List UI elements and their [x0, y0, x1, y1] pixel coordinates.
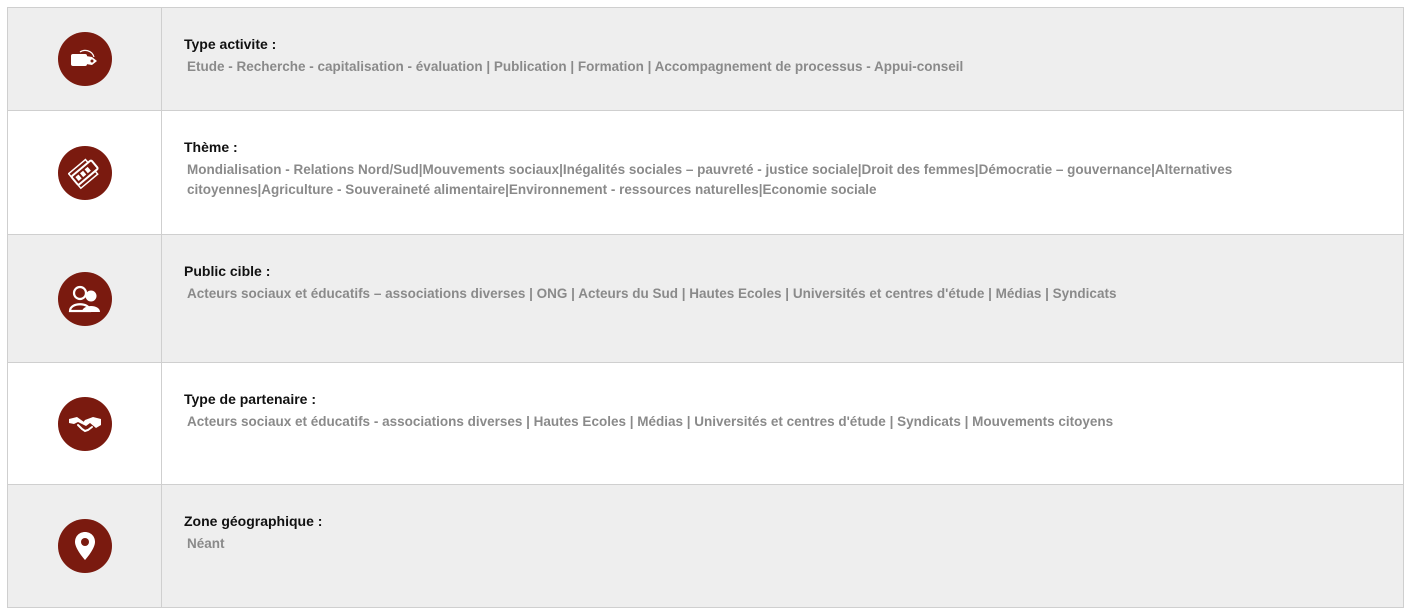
- info-table: Type activite : Etude - Recherche - capi…: [7, 7, 1404, 608]
- field-label: Public cible :: [184, 263, 271, 279]
- text-cell: Public cible : Acteurs sociaux et éducat…: [162, 235, 1403, 362]
- price-tag-icon: [57, 32, 112, 86]
- field-label: Type activite :: [184, 36, 277, 52]
- field-value: Néant: [187, 536, 225, 551]
- row-type-activite: Type activite : Etude - Recherche - capi…: [7, 7, 1404, 110]
- handshake-icon: [57, 396, 112, 451]
- row-theme: Thème : Mondialisation - Relations Nord/…: [7, 110, 1404, 234]
- field-label: Zone géographique :: [184, 513, 323, 529]
- field-value: Mondialisation - Relations Nord/Sud|Mouv…: [187, 162, 1233, 197]
- text-cell: Type de partenaire : Acteurs sociaux et …: [162, 363, 1403, 484]
- field-value: Etude - Recherche - capitalisation - éva…: [187, 59, 964, 74]
- icon-cell: [8, 111, 162, 234]
- icon-cell: [8, 485, 162, 607]
- users-icon: [57, 271, 112, 326]
- map-pin-icon: [57, 519, 112, 573]
- text-cell: Zone géographique : Néant: [162, 485, 1403, 607]
- field-label: Type de partenaire :: [184, 391, 317, 407]
- icon-cell: [8, 235, 162, 362]
- text-cell: Type activite : Etude - Recherche - capi…: [162, 8, 1403, 110]
- text-cell: Thème : Mondialisation - Relations Nord/…: [162, 111, 1403, 234]
- swatch-palette-icon: [57, 145, 112, 200]
- icon-cell: [8, 363, 162, 484]
- icon-cell: [8, 8, 162, 110]
- row-type-partenaire: Type de partenaire : Acteurs sociaux et …: [7, 362, 1404, 484]
- field-value: Acteurs sociaux et éducatifs - associati…: [187, 414, 1114, 429]
- row-public-cible: Public cible : Acteurs sociaux et éducat…: [7, 234, 1404, 362]
- row-zone-geographique: Zone géographique : Néant: [7, 484, 1404, 608]
- field-value: Acteurs sociaux et éducatifs – associati…: [187, 286, 1117, 301]
- field-label: Thème :: [184, 139, 238, 155]
